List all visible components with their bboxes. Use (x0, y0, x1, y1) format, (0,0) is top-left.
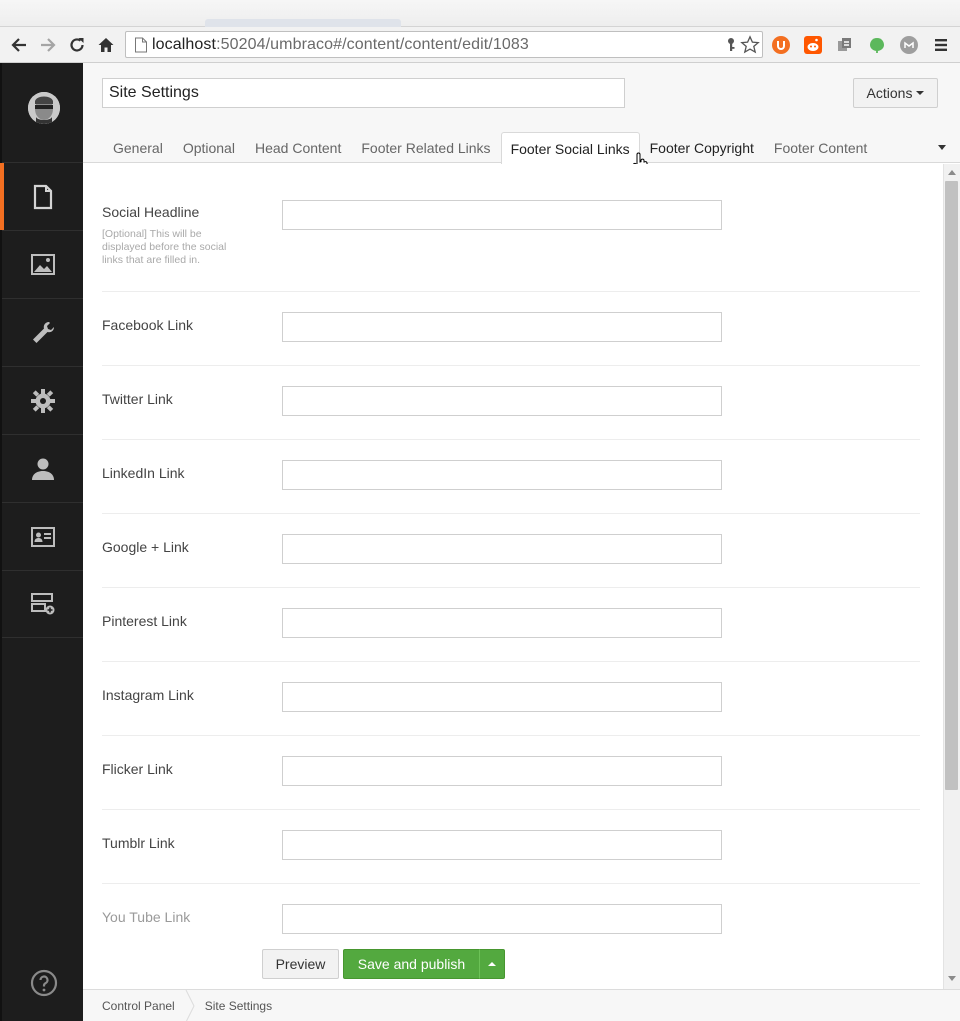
sidebar-sections (0, 162, 83, 638)
tab-footer-content[interactable]: Footer Content (764, 132, 877, 163)
extension-reddit-icon[interactable] (804, 36, 822, 54)
tab-head-content[interactable]: Head Content (245, 132, 351, 163)
avatar[interactable] (28, 92, 60, 124)
tab-general[interactable]: General (103, 132, 173, 163)
field-label: Tumblr Link (102, 835, 175, 851)
field-instagram-link: Instagram Link (102, 682, 920, 736)
tab-footer-social-links[interactable]: Footer Social Links (500, 132, 640, 164)
page-icon (135, 37, 147, 53)
caret-down-icon (916, 91, 925, 95)
instagram-link-input[interactable] (282, 682, 722, 712)
pinterest-link-input[interactable] (282, 608, 722, 638)
actions-label: Actions (866, 85, 913, 101)
field-social-headline: Social Headline [Optional] This will be … (102, 200, 920, 292)
browser-toolbar: localhost:50204/umbraco#/content/content… (0, 27, 960, 63)
extension-m-icon[interactable] (900, 36, 918, 54)
field-label: You Tube Link (102, 909, 191, 925)
field-label: Flicker Link (102, 761, 173, 777)
field-flicker-link: Flicker Link (102, 756, 920, 810)
section-media[interactable] (2, 230, 83, 298)
reload-icon[interactable] (65, 33, 89, 57)
id-card-icon (30, 526, 55, 547)
breadcrumb-item-site-settings[interactable]: Site Settings (195, 999, 282, 1013)
document-name-input[interactable] (102, 78, 625, 108)
tab-optional[interactable]: Optional (173, 132, 245, 163)
section-settings[interactable] (2, 366, 83, 434)
field-label: Social Headline (102, 204, 200, 220)
field-facebook-link: Facebook Link (102, 312, 920, 366)
facebook-link-input[interactable] (282, 312, 722, 342)
address-bar[interactable]: localhost:50204/umbraco#/content/content… (125, 31, 763, 58)
section-members[interactable] (2, 502, 83, 570)
scroll-down-icon[interactable] (948, 976, 956, 981)
gear-icon (30, 388, 55, 413)
field-youtube-link: You Tube Link (102, 904, 920, 938)
extension-layers-icon[interactable] (836, 36, 854, 54)
field-label: Google + Link (102, 539, 189, 555)
scroll-thumb[interactable] (945, 181, 958, 790)
document-icon (33, 184, 52, 209)
field-twitter-link: Twitter Link (102, 386, 920, 440)
field-tumblr-link: Tumblr Link (102, 830, 920, 884)
image-icon (30, 253, 55, 275)
extension-leaf-icon[interactable] (868, 36, 886, 54)
google-plus-link-input[interactable] (282, 534, 722, 564)
youtube-link-input[interactable] (282, 904, 722, 934)
field-label: LinkedIn Link (102, 465, 185, 481)
star-icon[interactable] (740, 35, 760, 55)
browser-tabstrip (0, 0, 960, 27)
wrench-icon (32, 321, 54, 343)
caret-up-icon (488, 962, 496, 966)
content-scrollbar[interactable] (943, 164, 960, 989)
field-pinterest-link: Pinterest Link (102, 608, 920, 662)
tabs-more-icon[interactable] (938, 145, 946, 150)
section-developer[interactable] (2, 298, 83, 366)
flicker-link-input[interactable] (282, 756, 722, 786)
back-icon[interactable] (7, 33, 31, 57)
linkedin-link-input[interactable] (282, 460, 722, 490)
help-icon[interactable] (30, 969, 58, 997)
breadcrumb-item-control-panel[interactable]: Control Panel (83, 999, 185, 1013)
user-icon (31, 458, 54, 480)
publish-options-button[interactable] (479, 949, 505, 979)
twitter-link-input[interactable] (282, 386, 722, 416)
forward-icon[interactable] (36, 33, 60, 57)
editor-footer: Preview Save and publish (83, 938, 943, 989)
content-panel: Social Headline [Optional] This will be … (83, 164, 943, 938)
social-headline-input[interactable] (282, 200, 722, 230)
menu-icon[interactable] (929, 33, 953, 57)
key-icon[interactable] (724, 37, 738, 53)
browser-tab[interactable] (205, 19, 401, 27)
preview-button[interactable]: Preview (262, 949, 339, 979)
field-google-plus-link: Google + Link (102, 534, 920, 588)
breadcrumb-separator-icon (185, 989, 195, 1021)
section-users[interactable] (2, 434, 83, 502)
field-label: Pinterest Link (102, 613, 187, 629)
content-tabs: General Optional Head Content Footer Rel… (103, 132, 877, 164)
field-label: Twitter Link (102, 391, 173, 407)
editor-header: Actions General Optional Head Content Fo… (83, 63, 960, 164)
home-icon[interactable] (94, 33, 118, 57)
field-linkedin-link: LinkedIn Link (102, 460, 920, 514)
field-label: Facebook Link (102, 317, 194, 333)
tab-footer-related-links[interactable]: Footer Related Links (351, 132, 500, 163)
forms-icon (30, 593, 54, 615)
breadcrumb: Control Panel Site Settings (83, 989, 960, 1021)
save-and-publish-button[interactable]: Save and publish (343, 949, 480, 979)
section-forms[interactable] (2, 570, 83, 638)
field-description: [Optional] This will be displayed before… (102, 228, 227, 266)
section-content[interactable] (0, 162, 83, 230)
field-label: Instagram Link (102, 687, 194, 703)
app-sidebar (0, 63, 83, 1021)
tab-footer-copyright[interactable]: Footer Copyright (640, 132, 764, 163)
tumblr-link-input[interactable] (282, 830, 722, 860)
url-text: localhost:50204/umbraco#/content/content… (152, 36, 529, 53)
extension-u-icon[interactable] (772, 36, 790, 54)
scroll-up-icon[interactable] (948, 170, 956, 175)
actions-button[interactable]: Actions (853, 78, 938, 108)
